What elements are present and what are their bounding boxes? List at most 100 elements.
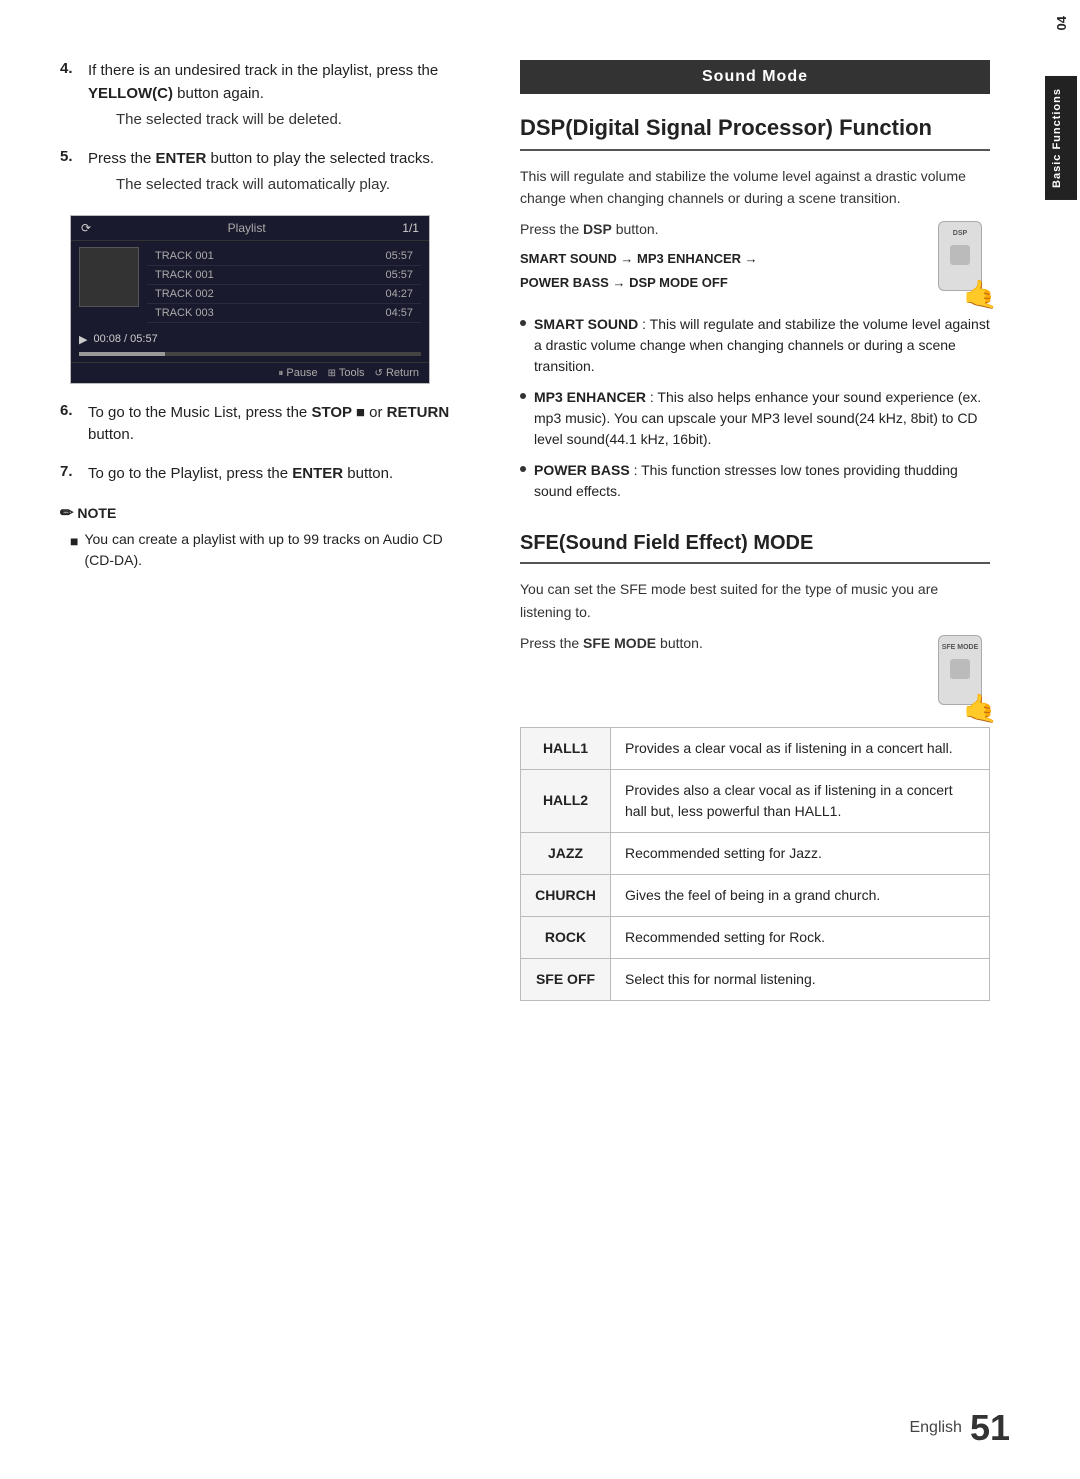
pause-icon: ⏸ — [278, 368, 283, 379]
sidebar-tab: 04 Basic Functions — [1042, 0, 1080, 1479]
playlist-thumb-row: TRACK 001 05:57 TRACK 001 05:57 TRACK 00… — [71, 241, 429, 329]
progress-fill — [79, 352, 165, 356]
sound-mode-header: Sound Mode — [520, 60, 990, 94]
dsp-press-area: Press the DSP button. SMART SOUND → MP3 … — [520, 221, 990, 304]
note-icon: ✏ — [60, 503, 73, 523]
sfe-desc-cell: Provides also a clear vocal as if listen… — [611, 769, 990, 832]
playlist-row-3: TRACK 003 04:57 — [147, 304, 421, 323]
sfe-remote-button — [950, 659, 970, 679]
sfe-desc-cell: Select this for normal listening. — [611, 958, 990, 1000]
step-6-num: 6. — [60, 402, 84, 419]
step-6: 6. To go to the Music List, press the ST… — [60, 402, 460, 447]
dsp-press-text: Press the DSP button. — [520, 221, 920, 237]
footer-page-number: 51 — [970, 1407, 1010, 1449]
playlist-header: ⟳ Playlist 1/1 — [71, 216, 429, 241]
sfe-mode-cell: HALL1 — [521, 727, 611, 769]
dsp-body-text: This will regulate and stabilize the vol… — [520, 165, 990, 210]
note-item-1: ■ You can create a playlist with up to 9… — [70, 529, 460, 571]
sfe-mode-cell: SFE OFF — [521, 958, 611, 1000]
note-section: ✏ NOTE ■ You can create a playlist with … — [60, 503, 460, 571]
playlist-tracks: TRACK 001 05:57 TRACK 001 05:57 TRACK 00… — [139, 247, 421, 323]
sfe-table-row: JAZZ Recommended setting for Jazz. — [521, 832, 990, 874]
sfe-desc-cell: Gives the feel of being in a grand churc… — [611, 874, 990, 916]
pause-btn: ⏸ Pause — [278, 367, 317, 379]
step-6-content: To go to the Music List, press the STOP … — [88, 402, 460, 447]
sfe-desc-cell: Provides a clear vocal as if listening i… — [611, 727, 990, 769]
sfe-table: HALL1 Provides a clear vocal as if liste… — [520, 727, 990, 1001]
step-7: 7. To go to the Playlist, press the ENTE… — [60, 463, 460, 486]
playlist-row-header: TRACK 001 05:57 — [147, 247, 421, 266]
sfe-table-row: HALL1 Provides a clear vocal as if liste… — [521, 727, 990, 769]
footer-language: English — [909, 1419, 961, 1437]
bullet-dot-2 — [520, 393, 526, 399]
dsp-remote-label: DSP — [953, 230, 967, 237]
playlist-album-art — [79, 247, 139, 307]
playlist-progress-row: ▶ 00:08 / 05:57 — [71, 329, 429, 350]
sfe-mode-cell: JAZZ — [521, 832, 611, 874]
dsp-bullet-2: MP3 ENHANCER : This also helps enhance y… — [520, 387, 990, 450]
step-5-content: Press the ENTER button to play the selec… — [88, 148, 460, 197]
sfe-remote-label: SFE MODE — [942, 644, 979, 651]
chapter-number: 04 — [1048, 10, 1075, 36]
sfe-remote-icon: SFE MODE 🤙 — [930, 635, 990, 715]
tools-icon: ⊞ — [328, 368, 336, 379]
sfe-press-area: Press the SFE MODE button. SFE MODE 🤙 — [520, 635, 990, 715]
dsp-remote-icon: DSP 🤙 — [930, 221, 990, 301]
sfe-section-title: SFE(Sound Field Effect) MODE — [520, 530, 990, 564]
sfe-table-row: SFE OFF Select this for normal listening… — [521, 958, 990, 1000]
step-4-num: 4. — [60, 60, 84, 77]
sfe-press-text: Press the SFE MODE button. — [520, 635, 910, 651]
sfe-desc-cell: Recommended setting for Jazz. — [611, 832, 990, 874]
return-btn: ↺ Return — [375, 367, 419, 379]
sfe-mode-cell: CHURCH — [521, 874, 611, 916]
dsp-bullet-2-text: MP3 ENHANCER : This also helps enhance y… — [534, 387, 990, 450]
playlist-box: ⟳ Playlist 1/1 TRACK 001 05:57 TRACK 001… — [70, 215, 430, 384]
progress-bar — [79, 352, 421, 356]
playlist-title: Playlist — [228, 221, 266, 235]
play-icon: ▶ — [79, 333, 87, 346]
playlist-footer: ⏸ Pause ⊞ Tools ↺ Return — [71, 362, 429, 383]
step-4-content: If there is an undesired track in the pl… — [88, 60, 460, 132]
playlist-row-1: TRACK 001 05:57 — [147, 266, 421, 285]
step-7-content: To go to the Playlist, press the ENTER b… — [88, 463, 460, 486]
sfe-table-row: HALL2 Provides also a clear vocal as if … — [521, 769, 990, 832]
bullet-dot-1 — [520, 320, 526, 326]
page-footer: English 51 — [909, 1407, 1010, 1449]
step-4: 4. If there is an undesired track in the… — [60, 60, 460, 132]
remote-button — [950, 245, 970, 265]
dsp-bullet-1-text: SMART SOUND : This will regulate and sta… — [534, 314, 990, 377]
sfe-table-row: ROCK Recommended setting for Rock. — [521, 916, 990, 958]
tools-btn: ⊞ Tools — [328, 367, 365, 379]
hand-icon: 🤙 — [963, 278, 998, 311]
dsp-flow-diagram: SMART SOUND → MP3 ENHANCER → POWER BASS … — [520, 247, 920, 294]
step-7-text: To go to the Playlist, press the ENTER b… — [88, 465, 393, 482]
note-bullet: ■ — [70, 531, 78, 552]
playlist-header-icon: ⟳ — [81, 221, 91, 235]
step-4-sub: The selected track will be deleted. — [116, 109, 460, 132]
step-7-num: 7. — [60, 463, 84, 480]
step-5-num: 5. — [60, 148, 84, 165]
dsp-bullet-3-text: POWER BASS : This function stresses low … — [534, 460, 990, 502]
dsp-bullet-3: POWER BASS : This function stresses low … — [520, 460, 990, 502]
return-icon: ↺ — [375, 368, 383, 379]
sfe-mode-cell: ROCK — [521, 916, 611, 958]
bullet-dot-3 — [520, 466, 526, 472]
chapter-label: Basic Functions — [1045, 76, 1077, 200]
dsp-bullet-1: SMART SOUND : This will regulate and sta… — [520, 314, 990, 377]
sfe-table-row: CHURCH Gives the feel of being in a gran… — [521, 874, 990, 916]
step-5: 5. Press the ENTER button to play the se… — [60, 148, 460, 197]
step-4-text: If there is an undesired track in the pl… — [88, 62, 438, 102]
playlist-progress-text: 00:08 / 05:57 — [93, 333, 157, 345]
track-header: TRACK 001 — [155, 250, 225, 262]
playlist-row-2: TRACK 002 04:27 — [147, 285, 421, 304]
dsp-flow-text: Press the DSP button. SMART SOUND → MP3 … — [520, 221, 920, 304]
step-5-text: Press the ENTER button to play the selec… — [88, 150, 434, 167]
dsp-section-title: DSP(Digital Signal Processor) Function — [520, 114, 990, 151]
sfe-hand-icon: 🤙 — [963, 692, 998, 725]
step-5-sub: The selected track will automatically pl… — [116, 174, 460, 197]
playlist-page: 1/1 — [402, 221, 419, 235]
step-6-text: To go to the Music List, press the STOP … — [88, 404, 449, 444]
sfe-desc-cell: Recommended setting for Rock. — [611, 916, 990, 958]
sfe-mode-cell: HALL2 — [521, 769, 611, 832]
sfe-body-text: You can set the SFE mode best suited for… — [520, 578, 990, 623]
